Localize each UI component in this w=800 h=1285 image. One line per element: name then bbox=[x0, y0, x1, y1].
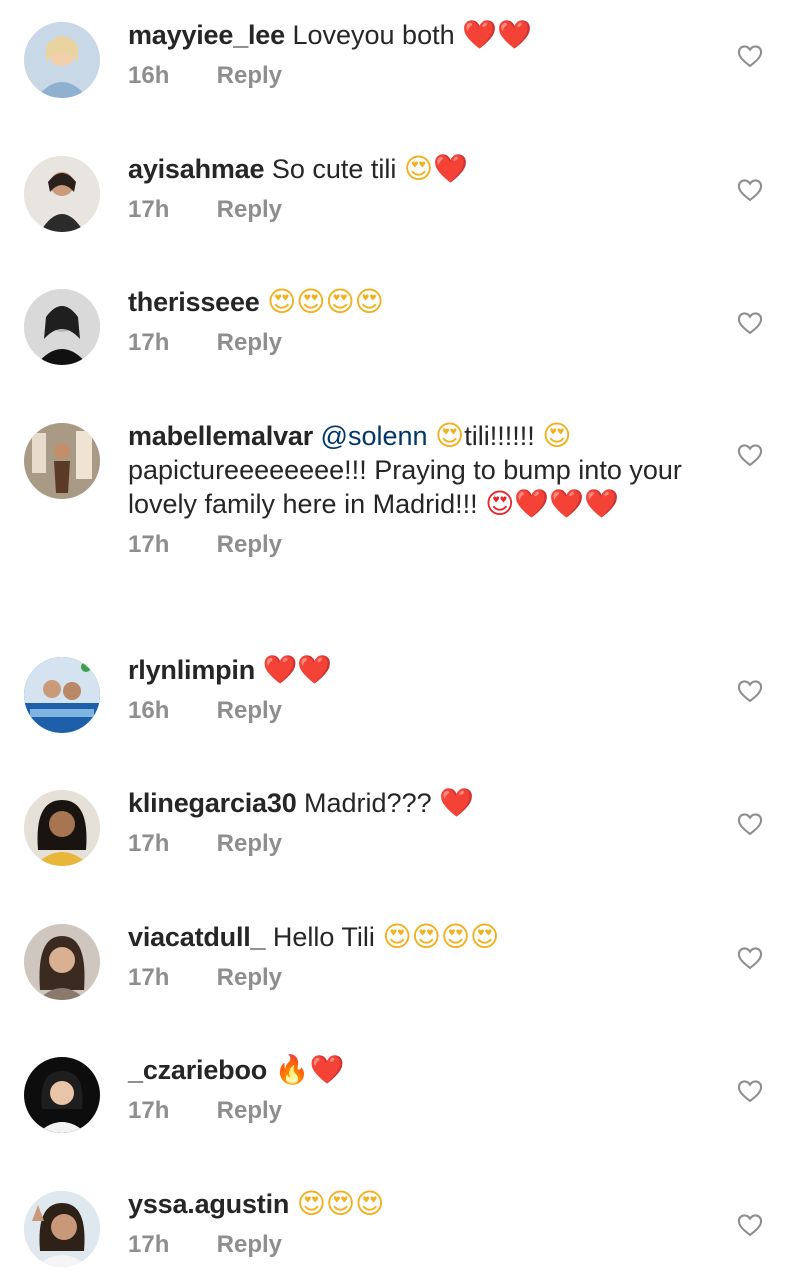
heart-outline-icon bbox=[737, 947, 763, 970]
comment-emoji: 🔥❤️ bbox=[274, 1053, 345, 1086]
comment-timestamp: 17h bbox=[128, 964, 170, 991]
comment-emoji: 😍❤️❤️❤️ bbox=[485, 487, 619, 520]
comment-message: Hello Tili bbox=[272, 922, 375, 952]
comment-emoji: 😍😍😍😍 bbox=[267, 285, 384, 318]
avatar[interactable] bbox=[24, 1191, 100, 1267]
like-comment-button[interactable] bbox=[736, 441, 764, 469]
comment-text: ayisahmae So cute tili 😍❤️ bbox=[128, 152, 708, 186]
like-comment-button[interactable] bbox=[736, 1077, 764, 1105]
comment-timestamp: 17h bbox=[128, 196, 170, 223]
heart-outline-icon bbox=[737, 813, 763, 836]
heart-outline-icon bbox=[737, 312, 763, 335]
comment-text: _czarieboo 🔥❤️ bbox=[128, 1053, 708, 1087]
comment-timestamp: 17h bbox=[128, 329, 170, 356]
comment-meta: 17h Reply bbox=[128, 329, 708, 357]
avatar[interactable] bbox=[24, 423, 100, 499]
comment-timestamp: 16h bbox=[128, 697, 170, 724]
comment-body: therisseee 😍😍😍😍 17h Reply bbox=[128, 285, 708, 357]
comment-username[interactable]: viacatdull_ bbox=[128, 922, 266, 952]
comment-body: ayisahmae So cute tili 😍❤️ 17h Reply bbox=[128, 152, 708, 224]
comment-meta: 17h Reply bbox=[128, 531, 708, 559]
comment-body: mabellemalvar @solenn 😍tili!!!!!! 😍 papi… bbox=[128, 419, 708, 559]
reply-button[interactable]: Reply bbox=[217, 329, 282, 356]
comment-body: yssa.agustin 😍😍😍 17h Reply bbox=[128, 1187, 708, 1259]
comment-meta: 17h Reply bbox=[128, 964, 708, 992]
like-comment-button[interactable] bbox=[736, 176, 764, 204]
comment-body: viacatdull_ Hello Tili 😍😍😍😍 17h Reply bbox=[128, 920, 708, 992]
reply-button[interactable]: Reply bbox=[217, 964, 282, 991]
reply-button[interactable]: Reply bbox=[217, 1231, 282, 1258]
comment-message: tili!!!!!! bbox=[464, 421, 535, 451]
comment-emoji: 😍 bbox=[435, 419, 465, 452]
comment-emoji: 😍❤️ bbox=[403, 152, 468, 185]
heart-outline-icon bbox=[737, 45, 763, 68]
like-comment-button[interactable] bbox=[736, 309, 764, 337]
reply-button[interactable]: Reply bbox=[217, 830, 282, 857]
comment-timestamp: 17h bbox=[128, 531, 170, 558]
comment-meta: 17h Reply bbox=[128, 830, 708, 858]
comment-timestamp: 16h bbox=[128, 62, 170, 89]
heart-outline-icon bbox=[737, 1214, 763, 1237]
comment-meta: 17h Reply bbox=[128, 1231, 708, 1259]
heart-outline-icon bbox=[737, 680, 763, 703]
like-comment-button[interactable] bbox=[736, 42, 764, 70]
comment-username[interactable]: therisseee bbox=[128, 287, 260, 317]
reply-button[interactable]: Reply bbox=[217, 531, 282, 558]
avatar[interactable] bbox=[24, 156, 100, 232]
heart-outline-icon bbox=[737, 1080, 763, 1103]
avatar[interactable] bbox=[24, 1057, 100, 1133]
comment-text: mabellemalvar @solenn 😍tili!!!!!! 😍 papi… bbox=[128, 419, 708, 521]
comment-username[interactable]: mayyiee_lee bbox=[128, 20, 285, 50]
like-comment-button[interactable] bbox=[736, 810, 764, 838]
comment-emoji: 😍 bbox=[542, 419, 572, 452]
like-comment-button[interactable] bbox=[736, 1211, 764, 1239]
comment-meta: 16h Reply bbox=[128, 697, 708, 725]
comment-text: mayyiee_lee Loveyou both ❤️❤️ bbox=[128, 18, 708, 52]
like-comment-button[interactable] bbox=[736, 944, 764, 972]
comment-username[interactable]: rlynlimpin bbox=[128, 655, 255, 685]
avatar[interactable] bbox=[24, 22, 100, 98]
comment-text: yssa.agustin 😍😍😍 bbox=[128, 1187, 708, 1221]
comment-message: So cute tili bbox=[271, 154, 397, 184]
comment-body: _czarieboo 🔥❤️ 17h Reply bbox=[128, 1053, 708, 1125]
comment-message: Madrid??? bbox=[304, 788, 432, 818]
comment-timestamp: 17h bbox=[128, 1097, 170, 1124]
reply-button[interactable]: Reply bbox=[217, 1097, 282, 1124]
comment-timestamp: 17h bbox=[128, 830, 170, 857]
heart-outline-icon bbox=[737, 179, 763, 202]
comment-emoji: 😍😍😍 bbox=[296, 1187, 385, 1220]
comment-username[interactable]: mabellemalvar bbox=[128, 421, 313, 451]
avatar[interactable] bbox=[24, 289, 100, 365]
comment-meta: 17h Reply bbox=[128, 1097, 708, 1125]
comment-message: Loveyou both bbox=[292, 20, 455, 50]
comments-list: mayyiee_lee Loveyou both ❤️❤️ 16h Reply … bbox=[0, 0, 800, 1285]
reply-button[interactable]: Reply bbox=[217, 62, 282, 89]
comment-text: klinegarcia30 Madrid??? ❤️ bbox=[128, 786, 708, 820]
comment-body: klinegarcia30 Madrid??? ❤️ 17h Reply bbox=[128, 786, 708, 858]
comment-username[interactable]: yssa.agustin bbox=[128, 1189, 289, 1219]
comment-emoji: ❤️ bbox=[439, 786, 474, 819]
comment-meta: 16h Reply bbox=[128, 62, 708, 90]
avatar[interactable] bbox=[24, 924, 100, 1000]
avatar[interactable] bbox=[24, 657, 100, 733]
avatar[interactable] bbox=[24, 790, 100, 866]
comment-username[interactable]: klinegarcia30 bbox=[128, 788, 297, 818]
comment-body: mayyiee_lee Loveyou both ❤️❤️ 16h Reply bbox=[128, 18, 708, 90]
comment-emoji: ❤️❤️ bbox=[462, 18, 532, 51]
heart-outline-icon bbox=[737, 444, 763, 467]
comment-text: viacatdull_ Hello Tili 😍😍😍😍 bbox=[128, 920, 708, 954]
comment-meta: 17h Reply bbox=[128, 196, 708, 224]
reply-button[interactable]: Reply bbox=[217, 196, 282, 223]
like-comment-button[interactable] bbox=[736, 677, 764, 705]
comment-body: rlynlimpin ❤️❤️ 16h Reply bbox=[128, 653, 708, 725]
comment-mention-link[interactable]: @solenn bbox=[321, 421, 428, 451]
comment-emoji: ❤️❤️ bbox=[262, 653, 333, 686]
comment-text: therisseee 😍😍😍😍 bbox=[128, 285, 708, 319]
comment-username[interactable]: _czarieboo bbox=[128, 1055, 267, 1085]
reply-button[interactable]: Reply bbox=[217, 697, 282, 724]
comment-timestamp: 17h bbox=[128, 1231, 170, 1258]
comment-emoji: 😍😍😍😍 bbox=[382, 920, 500, 953]
comment-text: rlynlimpin ❤️❤️ bbox=[128, 653, 708, 687]
comment-username[interactable]: ayisahmae bbox=[128, 154, 265, 184]
